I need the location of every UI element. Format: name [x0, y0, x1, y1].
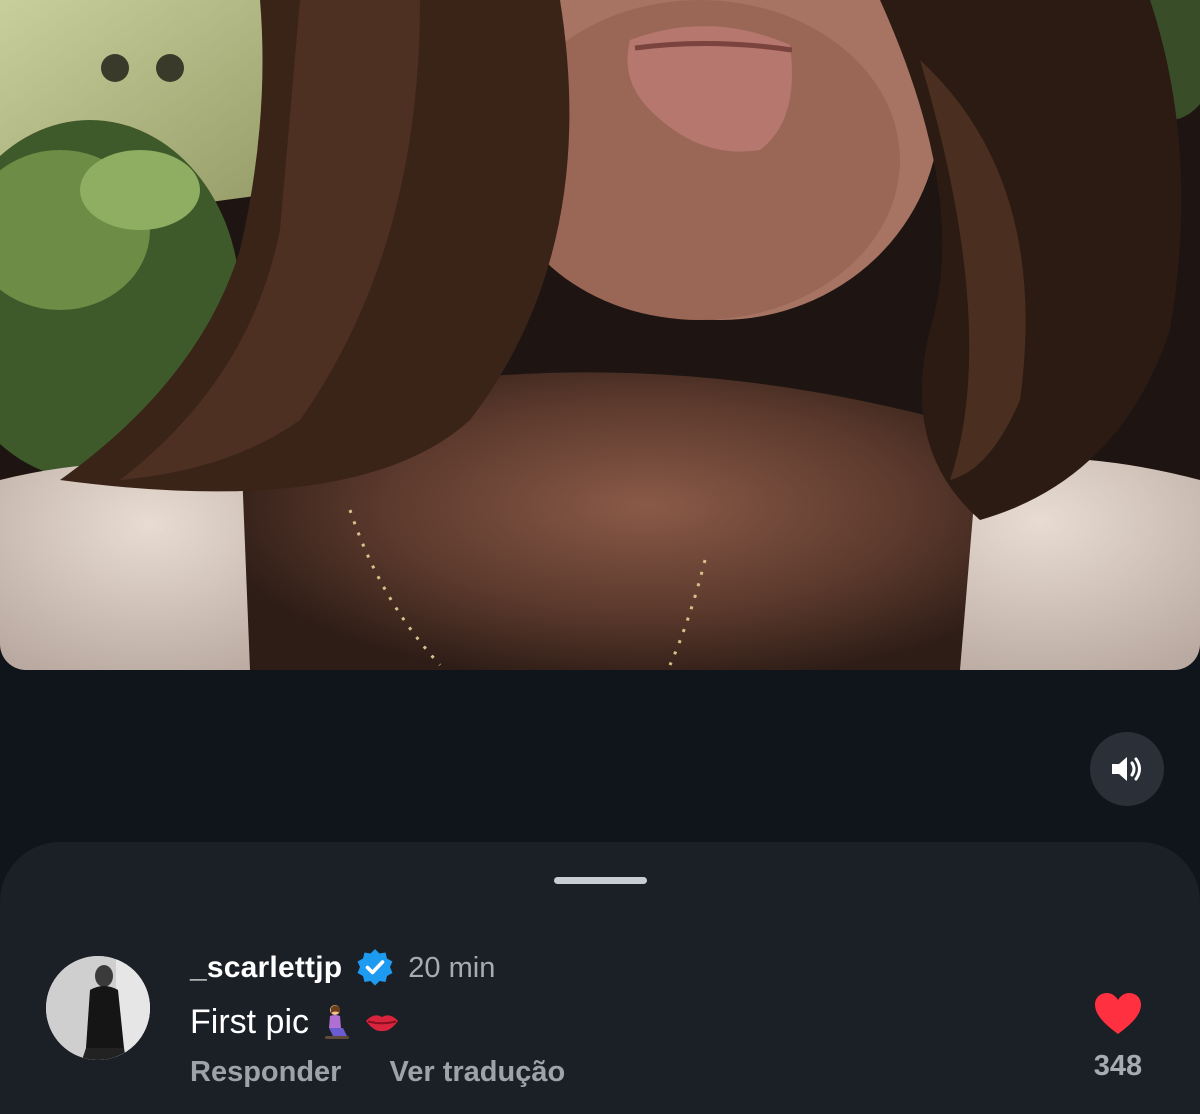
- reel-comments-screen: _scarlettjp 20 min First pic Responder V…: [0, 0, 1200, 1114]
- comment-actions: Responder Ver tradução: [190, 1056, 565, 1089]
- comment-text: First pic: [190, 1002, 309, 1041]
- comment-text-row: First pic: [190, 1000, 399, 1044]
- reel-video[interactable]: [0, 0, 1200, 670]
- sheet-drag-handle[interactable]: [554, 877, 647, 884]
- reply-button[interactable]: Responder: [190, 1056, 341, 1089]
- comment-timestamp: 20 min: [408, 951, 496, 984]
- comments-sheet: _scarlettjp 20 min First pic Responder V…: [0, 842, 1200, 1114]
- see-translation-button[interactable]: Ver tradução: [389, 1056, 565, 1089]
- avatar-image: [46, 956, 150, 1060]
- woman-kneeling-emoji-icon: [321, 1004, 353, 1040]
- avatar[interactable]: [46, 956, 150, 1060]
- sound-toggle-button[interactable]: [1090, 732, 1164, 806]
- heart-icon: [1095, 993, 1141, 1034]
- reel-video-frame: [0, 0, 1200, 670]
- comment-username[interactable]: _scarlettjp: [190, 951, 342, 985]
- comment-header: _scarlettjp 20 min: [190, 946, 495, 990]
- like-button[interactable]: [1094, 992, 1142, 1036]
- speaker-icon: [1112, 757, 1141, 781]
- verified-badge-icon: [354, 947, 396, 989]
- lips-emoji-icon: [365, 1011, 399, 1033]
- like-count: 348: [1093, 1050, 1143, 1082]
